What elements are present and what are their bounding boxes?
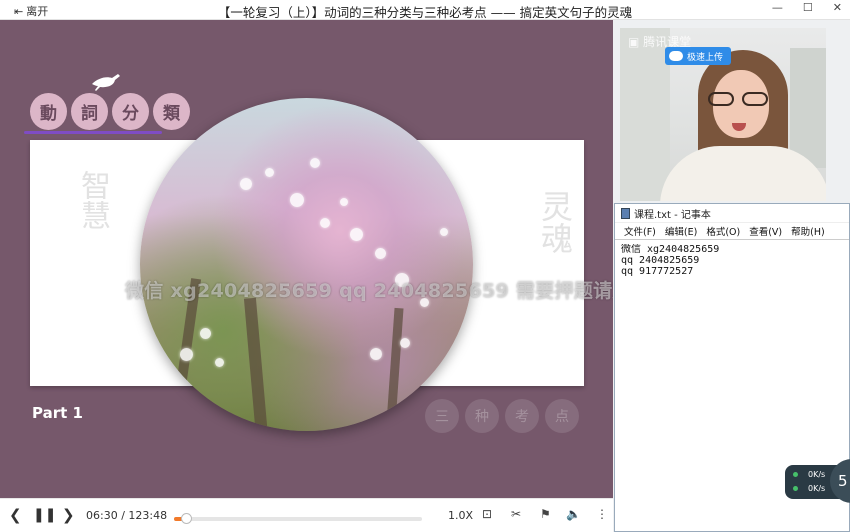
total-time: 123:48 (128, 509, 168, 522)
menu-format[interactable]: 格式(O) (706, 224, 740, 238)
window-controls: — ☐ ✕ (772, 1, 842, 14)
screenshot-icon[interactable]: ⊡ (482, 507, 492, 521)
title-char: 類 (153, 93, 190, 130)
menu-edit[interactable]: 编辑(E) (665, 224, 697, 238)
download-dot-icon (793, 486, 798, 491)
side-chars-left: 智慧 (75, 170, 110, 230)
window-titlebar: ⇤ 离开 【一轮复习（上）】动词的三种分类与三种必考点 —— 搞定英文句子的灵魂… (0, 0, 850, 20)
upload-dot-icon (793, 472, 798, 477)
download-speed: 0K/s (808, 484, 826, 493)
minimize-button[interactable]: — (772, 1, 783, 14)
title-char: 分 (112, 93, 149, 130)
part-label: Part 1 (32, 404, 83, 422)
title-char: 詞 (71, 93, 108, 130)
player-controls: ❮ ❚❚ ❯ 06:30 / 123:48 1.0X ⊡ ✂ ⚑ 🔈 ⋮ (0, 498, 613, 532)
slide-title: 動 詞 分 類 (30, 93, 190, 130)
title-char: 動 (30, 93, 67, 130)
pause-icon[interactable]: ❚❚ (33, 507, 56, 523)
scissors-icon[interactable]: ✂ (511, 507, 521, 521)
bird-icon (92, 74, 120, 91)
video-player[interactable]: 動 詞 分 類 智慧 灵魂 Part 1 三 种 考 点 (0, 20, 613, 498)
progress-handle[interactable] (181, 513, 193, 524)
upload-speed: 0K/s (808, 470, 826, 479)
subtitle-circles: 三 种 考 点 (425, 399, 579, 433)
flag-icon[interactable]: ⚑ (540, 507, 551, 521)
exit-icon: ⇤ (14, 4, 24, 18)
speed-button[interactable]: 1.0X (448, 509, 473, 522)
time-display: 06:30 / 123:48 (86, 509, 168, 522)
menu-file[interactable]: 文件(F) (624, 224, 656, 238)
subtitle-char: 点 (545, 399, 579, 433)
subtitle-char: 三 (425, 399, 459, 433)
upload-button[interactable]: 极速上传 (665, 47, 732, 65)
upload-label: 极速上传 (687, 52, 724, 63)
window-title: 【一轮复习（上）】动词的三种分类与三种必考点 —— 搞定英文句子的灵魂 (217, 5, 633, 20)
volume-icon[interactable]: 🔈 (566, 507, 581, 521)
watermark-text: 微信 xg2404825659 qq 2404825659 需要押题请加我哦 (125, 280, 671, 302)
menu-view[interactable]: 查看(V) (749, 224, 782, 238)
more-icon[interactable]: ⋮ (596, 507, 608, 521)
maximize-button[interactable]: ☐ (803, 1, 813, 14)
subtitle-char: 种 (465, 399, 499, 433)
close-button[interactable]: ✕ (833, 1, 842, 14)
subtitle-char: 考 (505, 399, 539, 433)
title-underline (24, 131, 162, 134)
next-icon[interactable]: ❯ (62, 507, 75, 523)
cloud-icon (669, 51, 683, 61)
current-time: 06:30 (86, 509, 118, 522)
notepad-title: 课程.txt - 记事本 (634, 209, 711, 221)
previous-icon[interactable]: ❮ (9, 507, 22, 523)
notepad-titlebar: 课程.txt - 记事本 (615, 204, 849, 223)
leave-button[interactable]: ⇤ 离开 (14, 3, 48, 19)
menu-help[interactable]: 帮助(H) (791, 224, 825, 238)
side-chars-right: 灵魂 (536, 190, 574, 254)
notepad-menubar: 文件(F) 编辑(E) 格式(O) 查看(V) 帮助(H) (615, 223, 849, 240)
cherry-blossom-photo (140, 98, 473, 431)
progress-bar[interactable] (174, 513, 422, 524)
leave-label: 离开 (26, 5, 49, 18)
notepad-icon (621, 207, 630, 219)
